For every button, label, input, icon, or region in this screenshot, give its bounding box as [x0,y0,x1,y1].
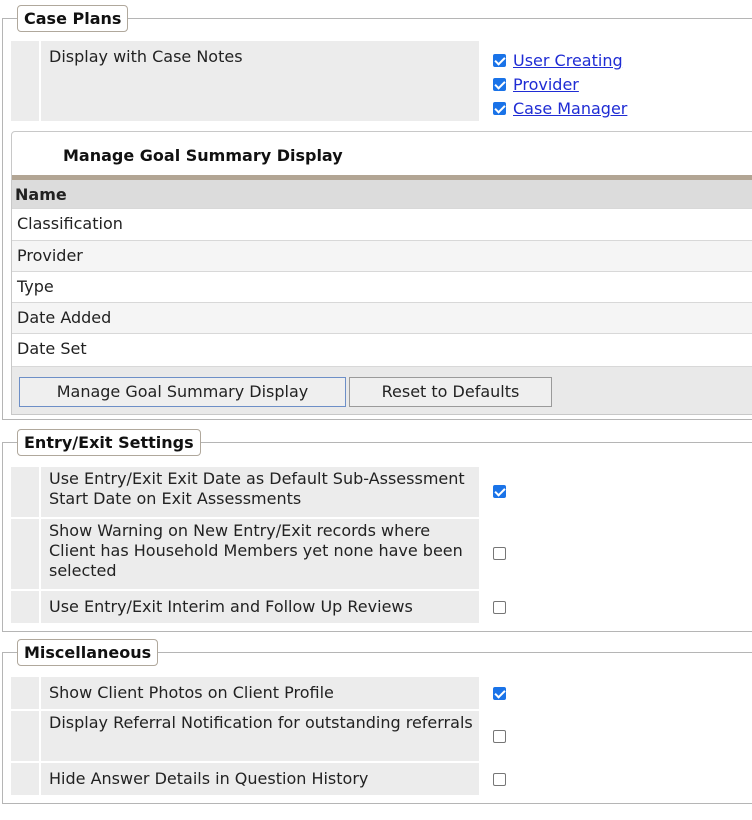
setting-label: Display Referral Notification for outsta… [41,711,479,761]
display-options: User Creating Provider Case Manager [491,41,741,121]
user-creating-checkbox[interactable] [493,54,506,67]
case-plans-section: Case Plans Display with Case Notes User … [2,5,752,420]
option-provider: Provider [493,75,733,97]
setting-label: Show Warning on New Entry/Exit records w… [41,519,479,589]
reset-to-defaults-button[interactable]: Reset to Defaults [349,377,552,407]
table-row: Type [12,271,752,302]
display-with-case-notes-row: Display with Case Notes User Creating Pr… [11,41,751,121]
row-handle [11,763,39,795]
setting-checkbox[interactable] [493,547,506,560]
setting-control [491,711,741,761]
setting-row: Use Entry/Exit Interim and Follow Up Rev… [11,591,751,623]
setting-row: Display Referral Notification for outsta… [11,711,751,761]
setting-control [491,591,741,623]
user-creating-link[interactable]: User Creating [513,51,623,71]
case-plans-legend: Case Plans [17,5,129,32]
setting-checkbox[interactable] [493,687,506,700]
row-handle [11,41,39,121]
setting-checkbox[interactable] [493,485,506,498]
setting-label: Use Entry/Exit Exit Date as Default Sub-… [41,467,479,517]
display-with-case-notes-label: Display with Case Notes [41,41,479,121]
provider-checkbox[interactable] [493,78,506,91]
table-row: Date Added [12,302,752,333]
setting-row: Use Entry/Exit Exit Date as Default Sub-… [11,467,751,517]
setting-checkbox[interactable] [493,601,506,614]
miscellaneous-section: Miscellaneous Show Client Photos on Clie… [2,639,752,804]
row-handle [11,519,39,589]
miscellaneous-legend: Miscellaneous [17,639,159,666]
option-user-creating: User Creating [493,51,733,73]
table-row: Provider [12,240,752,271]
entry-exit-legend: Entry/Exit Settings [17,429,201,456]
setting-row: Show Client Photos on Client Profile [11,677,751,709]
row-handle [11,677,39,709]
setting-control [491,467,741,517]
name-column-header: Name [12,180,752,208]
setting-control [491,763,741,795]
setting-label: Use Entry/Exit Interim and Follow Up Rev… [41,591,479,623]
setting-control [491,677,741,709]
case-manager-link[interactable]: Case Manager [513,99,627,119]
table-row: Classification [12,208,752,239]
case-manager-checkbox[interactable] [493,102,506,115]
entry-exit-section: Entry/Exit Settings Use Entry/Exit Exit … [2,429,752,632]
setting-row: Show Warning on New Entry/Exit records w… [11,519,751,589]
goal-summary-button-bar: Manage Goal Summary Display Reset to Def… [12,366,752,414]
table-row: Date Set [12,333,752,364]
provider-link[interactable]: Provider [513,75,579,95]
goal-summary-panel: Manage Goal Summary Display Name Classif… [11,131,752,415]
row-handle [11,711,39,761]
setting-label: Hide Answer Details in Question History [41,763,479,795]
setting-checkbox[interactable] [493,773,506,786]
row-handle [11,467,39,517]
setting-label: Show Client Photos on Client Profile [41,677,479,709]
goal-summary-title: Manage Goal Summary Display [63,146,343,165]
manage-goal-summary-button[interactable]: Manage Goal Summary Display [19,377,346,407]
setting-control [491,519,741,589]
setting-row: Hide Answer Details in Question History [11,763,751,795]
option-case-manager: Case Manager [493,99,733,121]
setting-checkbox[interactable] [493,730,506,743]
row-handle [11,591,39,623]
